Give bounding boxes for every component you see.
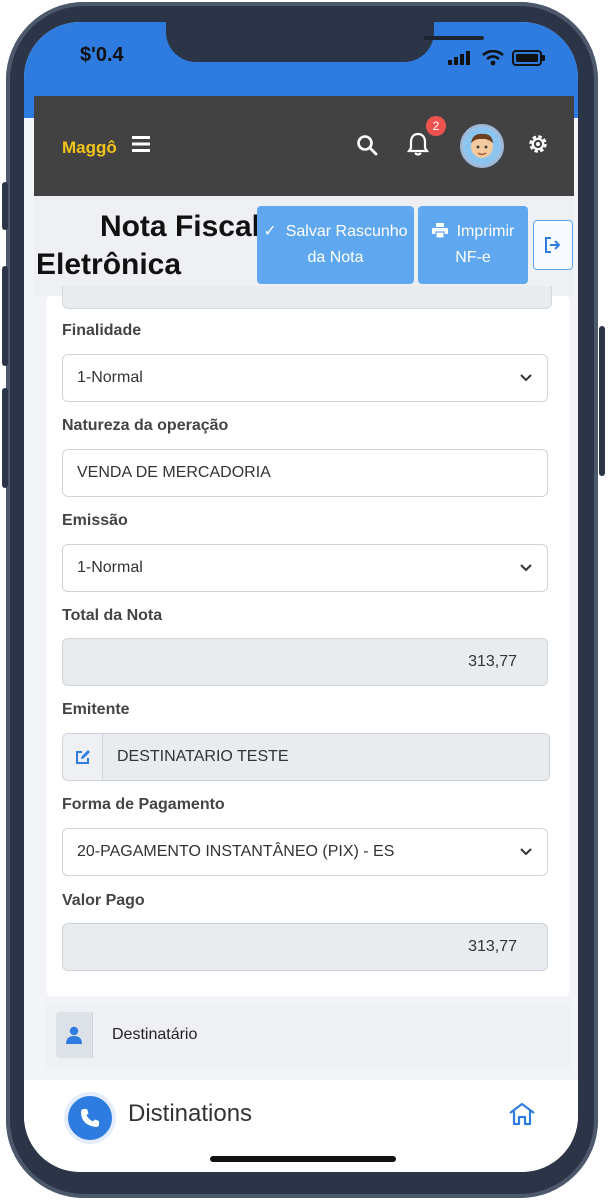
- bell-icon[interactable]: [406, 131, 430, 157]
- pagamento-label: Forma de Pagamento: [62, 796, 225, 813]
- notch: [166, 22, 484, 62]
- avatar[interactable]: [460, 124, 504, 168]
- call-button[interactable]: [64, 1092, 116, 1144]
- check-icon: ✓: [263, 223, 277, 240]
- phone-icon: [81, 1109, 99, 1127]
- emitente-value: DESTINATARIO TESTE: [102, 733, 550, 781]
- finalidade-select[interactable]: 1-Normal: [62, 354, 548, 402]
- logout-icon: [545, 237, 561, 253]
- notification-badge: 2: [426, 116, 446, 136]
- screen: $'0.4 Maggô 2 Nota Fiscal Eletrônica ✓ S…: [24, 22, 578, 1172]
- natureza-label: Natureza da operação: [62, 417, 229, 434]
- volume-down-button: [2, 388, 8, 488]
- emitente-field: DESTINATARIO TESTE: [62, 733, 550, 781]
- app-logo[interactable]: Maggô: [62, 138, 117, 158]
- printer-icon: [431, 223, 448, 239]
- home-indicator: [210, 1156, 396, 1162]
- print-button[interactable]: Imprimir NF-e: [418, 206, 528, 284]
- battery-icon: [512, 50, 545, 66]
- chevron-down-icon: [520, 564, 532, 572]
- home-icon[interactable]: [508, 1102, 536, 1126]
- power-button: [599, 326, 605, 476]
- edit-button[interactable]: [62, 733, 102, 781]
- invoice-form-card: Finalidade 1-Normal Natureza da operação…: [46, 286, 570, 996]
- volume-up-button: [2, 266, 8, 366]
- valor-pago-label: Valor Pago: [62, 892, 145, 909]
- finalidade-label: Finalidade: [62, 322, 142, 339]
- edit-icon: [75, 750, 90, 764]
- wifi-icon: [482, 50, 504, 66]
- chevron-down-icon: [520, 374, 532, 382]
- emissao-select[interactable]: 1-Normal: [62, 544, 548, 592]
- destinatario-label: Destinatário: [112, 1026, 198, 1043]
- emitente-label: Emitente: [62, 701, 130, 718]
- status-time: $'0.4: [80, 44, 124, 66]
- destinatario-section[interactable]: Destinatário: [46, 1004, 570, 1068]
- total-field: 313,77: [62, 638, 548, 686]
- page-title: Nota Fiscal Eletrônica: [36, 210, 260, 281]
- logout-button[interactable]: [533, 220, 573, 270]
- gear-icon[interactable]: [526, 132, 550, 156]
- menu-icon[interactable]: [132, 136, 150, 152]
- emissao-label: Emissão: [62, 512, 128, 529]
- field-partial-top: [62, 286, 552, 309]
- valor-pago-field: 313,77: [62, 923, 548, 971]
- user-icon: [66, 1026, 82, 1044]
- natureza-input[interactable]: VENDA DE MERCADORIA: [62, 449, 548, 497]
- bottom-nav: Distinations: [24, 1080, 578, 1172]
- mute-switch: [2, 182, 8, 230]
- pagamento-select[interactable]: 20-PAGAMENTO INSTANTÂNEO (PIX) - ES: [62, 828, 548, 876]
- signal-icon: [448, 51, 470, 65]
- save-draft-button[interactable]: ✓ Salvar Rascunho da Nota: [257, 206, 414, 284]
- bottom-nav-label[interactable]: Distinations: [128, 1100, 252, 1128]
- page-header: Nota Fiscal Eletrônica ✓ Salvar Rascunho…: [34, 196, 574, 296]
- search-icon[interactable]: [356, 134, 378, 156]
- app-topbar: Maggô 2: [34, 96, 574, 196]
- chevron-down-icon: [520, 848, 532, 856]
- total-label: Total da Nota: [62, 607, 163, 624]
